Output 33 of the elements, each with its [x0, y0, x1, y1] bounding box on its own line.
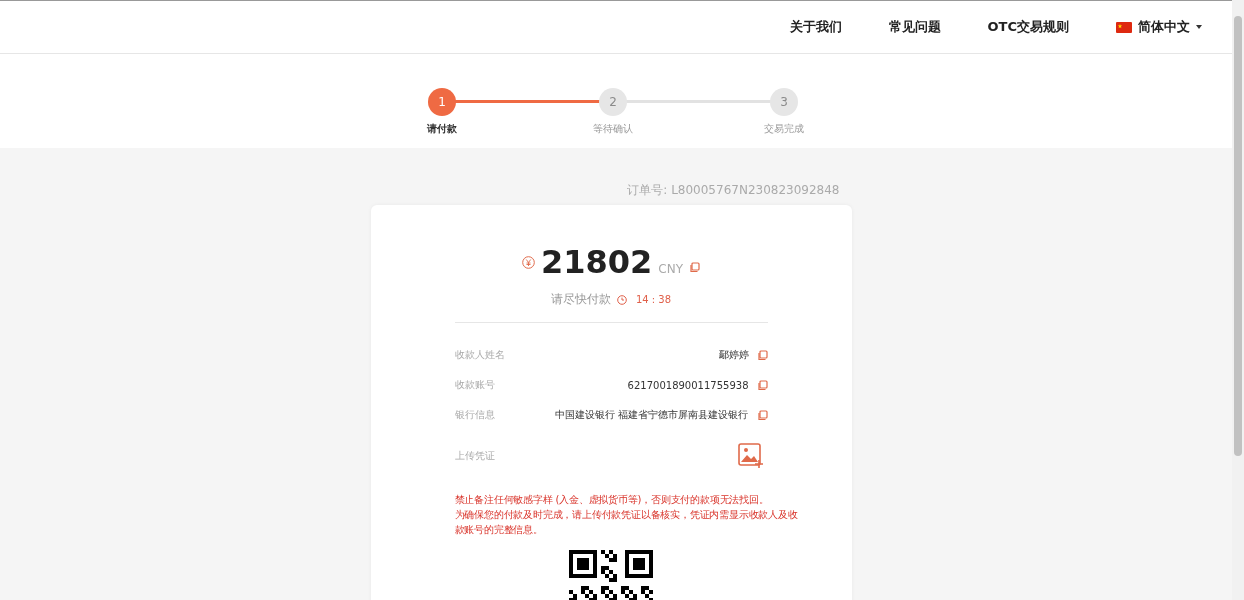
caret-icon — [1196, 25, 1202, 29]
field-value: 中国建设银行 福建省宁德市屏南县建设银行 — [555, 408, 749, 422]
step-circle: 3 — [770, 88, 798, 116]
field-label: 银行信息 — [454, 408, 495, 422]
nav-link[interactable]: 常见问题 — [888, 18, 941, 36]
step-label: 交易完成 — [764, 122, 804, 136]
nav-link[interactable]: 关于我们 — [789, 18, 842, 36]
field-label: 收款人姓名 — [454, 348, 505, 362]
field-label: 收款账号 — [454, 378, 495, 392]
step-label: 等待确认 — [593, 122, 633, 136]
countdown-timer: 14 : 38 — [635, 294, 672, 305]
field-value: 6217001890011755938 — [627, 379, 749, 391]
step-circle: 1 — [428, 88, 456, 116]
currency-label: CNY — [658, 262, 683, 276]
flag-icon — [1116, 21, 1132, 33]
order-number: 订单号: L80005767N230823092848 — [627, 182, 840, 199]
step-circle: 2 — [599, 88, 627, 116]
yen-icon — [522, 255, 535, 269]
scrollbar-thumb[interactable] — [1234, 16, 1242, 456]
warning-text: 禁止备注任何敏感字样 (入金、虚拟货币等)，否则支付的款项无法找回。 为确保您的付款及时完成，请上传付款凭证以备核实，凭证内需显示收款人及收款账号的完整信息。 — [454, 493, 798, 537]
nav-link[interactable]: OTC交易规则 — [987, 18, 1069, 36]
clock-icon — [616, 294, 627, 305]
copy-icon[interactable] — [756, 409, 768, 421]
copy-icon[interactable] — [756, 379, 768, 391]
upload-image-icon[interactable] — [737, 443, 764, 469]
field-value: 鄢婷婷 — [718, 348, 749, 362]
language-selector[interactable]: 简体中文 — [1116, 18, 1202, 36]
copy-icon[interactable] — [756, 349, 768, 361]
step-label: 请付款 — [427, 122, 457, 136]
payment-amount: 21802 — [541, 243, 653, 281]
field-label: 上传凭证 — [454, 449, 495, 463]
payment-prompt: 请尽快付款 — [550, 291, 611, 308]
copy-icon[interactable] — [689, 262, 700, 273]
